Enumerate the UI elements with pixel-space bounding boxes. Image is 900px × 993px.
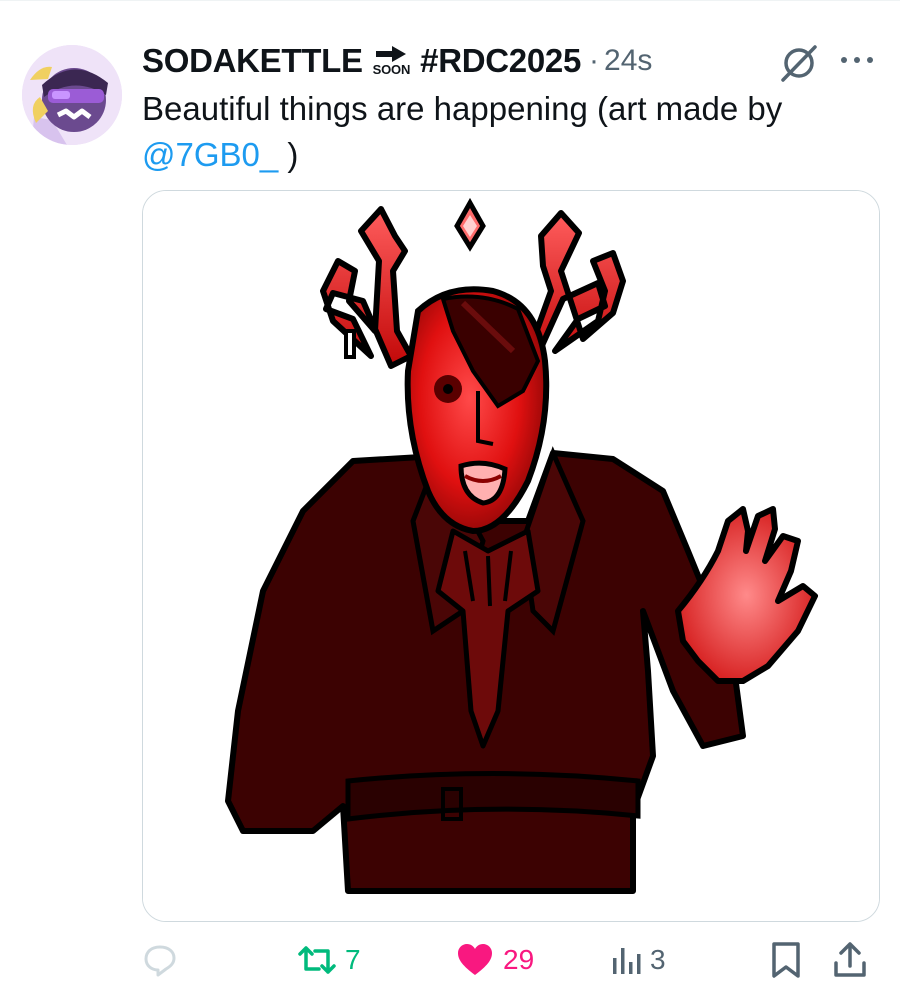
author-name-hashtag[interactable]: #RDC2025 [420,42,581,80]
mention-link[interactable]: @7GB0_ [142,136,278,173]
retweet-button[interactable]: 7 [297,932,361,988]
tweet-timestamp[interactable]: 24s [604,44,652,78]
views-icon [613,948,641,974]
reply-button[interactable] [142,932,186,988]
share-button[interactable] [832,932,868,988]
tweet-text: Beautiful things are happening (art made… [142,86,882,178]
retweet-count: 7 [345,944,361,975]
retweet-icon [298,946,336,974]
author-display-name[interactable]: SODAKETTLE [142,42,363,80]
like-button[interactable]: 29 [455,932,534,988]
avatar-image [22,45,122,145]
author-avatar[interactable] [22,45,122,145]
tweet-body-suffix: ) [278,136,299,173]
bookmark-icon [772,942,800,978]
right-arrow-icon [376,46,407,62]
tweet-header: SODAKETTLE SOON #RDC2025 · 24s [142,36,652,86]
top-divider [0,0,900,1]
drawing-of-red-antlered-figure [143,191,879,921]
bookmark-button[interactable] [769,932,803,988]
views-count: 3 [650,944,666,975]
share-icon [834,942,866,977]
heart-icon [458,944,492,975]
action-bar: 7 29 3 [142,932,882,988]
more-options-icon[interactable] [836,48,878,72]
reply-icon [144,945,176,977]
like-count: 29 [503,944,535,975]
views-button[interactable]: 3 [610,932,666,988]
media-card[interactable] [142,190,880,922]
tweet-body-text: Beautiful things are happening (art made… [142,90,783,127]
header-separator: · [589,44,600,77]
soon-badge: SOON [373,46,410,76]
soon-badge-label: SOON [372,62,411,77]
grok-icon[interactable] [778,42,820,84]
